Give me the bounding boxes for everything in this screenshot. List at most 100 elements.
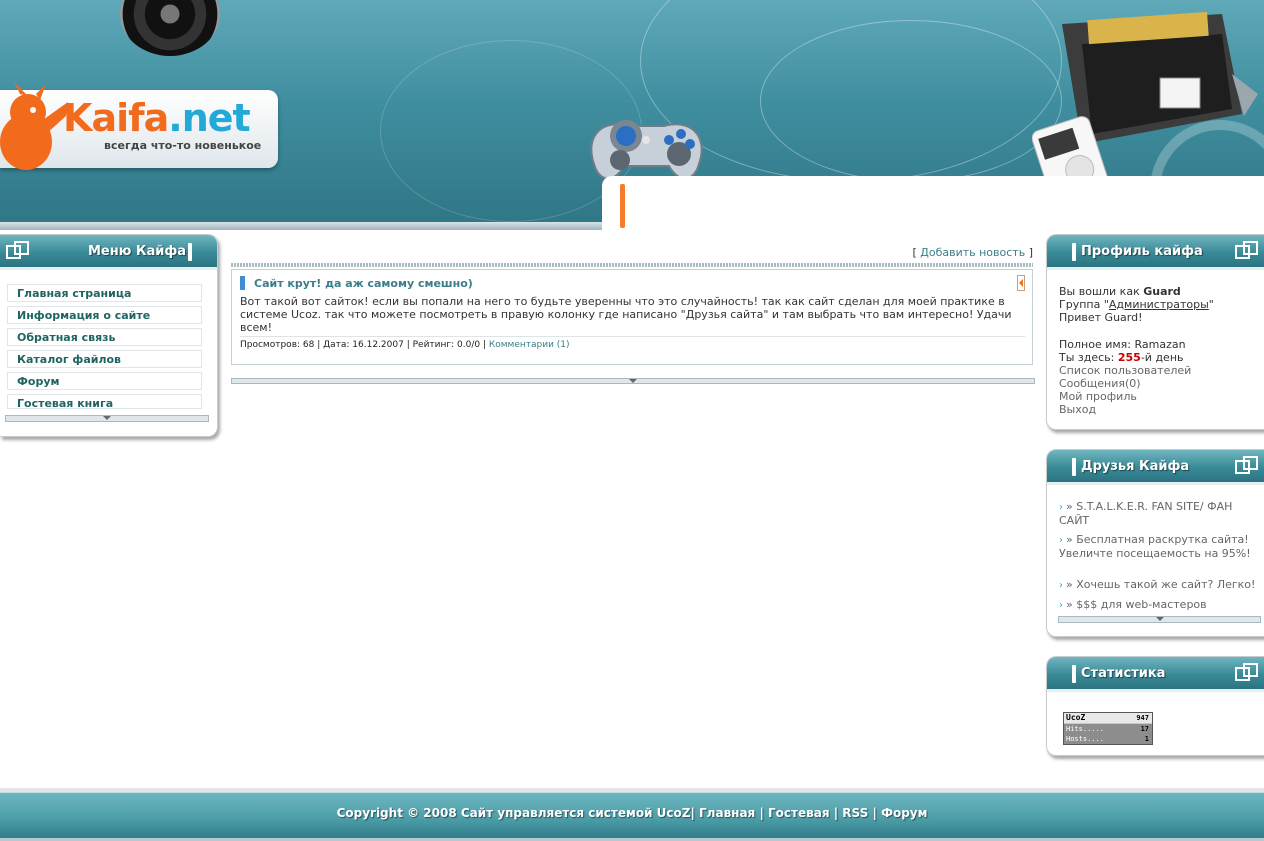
days-count: 255 <box>1117 351 1141 364</box>
group-suffix: " <box>1208 298 1214 311</box>
news-separator <box>240 336 1025 337</box>
chevron-down-icon <box>1155 617 1164 621</box>
days-here-line: Ты здесь: 255-й день <box>1059 351 1184 364</box>
counter-hosts-label: Hosts.... <box>1066 735 1104 743</box>
logout-link[interactable]: Выход <box>1059 403 1096 416</box>
username: Guard <box>1143 285 1181 298</box>
news-views: Просмотров: 68 <box>240 340 315 350</box>
title-bar-mark <box>188 243 192 261</box>
bracket-close: ] <box>1028 246 1033 259</box>
full-name: Полное имя: Ramazan <box>1059 338 1186 351</box>
friend-link-label: » Хочешь такой же сайт? Легко! <box>1066 578 1256 591</box>
bullet-arrow-icon: › <box>1059 502 1063 513</box>
title-bar-mark <box>1072 665 1076 683</box>
group-line: Группа "Администраторы" <box>1059 298 1214 311</box>
friend-link-stalker[interactable]: ›» S.T.A.L.K.E.R. FAN SITE/ ФАН САЙТ <box>1059 500 1261 527</box>
footer-separator: | <box>759 806 764 820</box>
friends-bottom-bar <box>1058 616 1261 623</box>
footer-link-home[interactable]: Главная <box>699 806 755 820</box>
counter-logo: UcoZ <box>1066 713 1086 722</box>
news-bottom-bar <box>231 378 1035 384</box>
menu-block: Меню Кайфа Главная страница Информация о… <box>0 234 218 437</box>
chevron-down-icon <box>103 416 111 420</box>
menu-item-home[interactable]: Главная страница <box>7 284 202 302</box>
friend-link-label: » S.T.A.L.K.E.R. FAN SITE/ ФАН САЙТ <box>1059 500 1233 527</box>
greeting: Привет Guard! <box>1059 311 1143 324</box>
title-bar-mark <box>1072 243 1076 261</box>
stats-block-title: Статистика <box>1081 666 1166 681</box>
counter-hits-label: Hits..... <box>1066 725 1104 733</box>
friend-link-promotion[interactable]: ›» Бесплатная раскрутка сайта! Увеличте … <box>1059 533 1261 560</box>
bullet-arrow-icon: › <box>1059 580 1063 591</box>
logo-mascot-icon <box>0 82 68 170</box>
bullet-arrow-icon: › <box>1059 535 1063 546</box>
speaker-image <box>120 0 220 56</box>
counter-top-row: UcoZ 947 <box>1064 713 1152 723</box>
messages-link[interactable]: Сообщения(0) <box>1059 377 1141 390</box>
friend-link-label: » Бесплатная раскрутка сайта! Увеличте п… <box>1059 533 1251 560</box>
menu-item-feedback[interactable]: Обратная связь <box>7 328 202 346</box>
news-meta: Просмотров: 68 | Дата: 16.12.2007 | Рейт… <box>240 340 570 350</box>
news-title-marker <box>240 276 245 290</box>
logo-text-part1: Kaifa <box>63 96 169 140</box>
friends-block-title: Друзья Кайфа <box>1081 459 1190 474</box>
header-decor <box>760 20 1062 182</box>
site-logo[interactable]: Kaifa.net <box>63 96 251 140</box>
news-title-link[interactable]: Сайт крут! да аж самому смешно) <box>254 277 473 290</box>
my-profile-link[interactable]: Мой профиль <box>1059 390 1137 403</box>
news-entry: Сайт крут! да аж самому смешно) Вот тако… <box>231 269 1033 365</box>
friend-link-same-site[interactable]: ›» Хочешь такой же сайт? Легко! <box>1059 578 1261 592</box>
footer-separator: | <box>690 806 695 820</box>
bullet-arrow-icon: › <box>1059 600 1063 611</box>
news-date: Дата: 16.12.2007 <box>323 340 404 350</box>
window-icon <box>6 241 30 259</box>
site-footer: Copyright © 2008 Сайт управляется систем… <box>0 788 1264 841</box>
chevron-down-icon <box>629 379 637 383</box>
group-prefix: Группа " <box>1059 298 1109 311</box>
days-prefix: Ты здесь: <box>1059 351 1118 364</box>
counter-hosts-value: 1 <box>1144 735 1149 743</box>
footer-copyright: Copyright © 2008 Сайт управляется систем… <box>336 806 691 820</box>
footer-link-guestbook[interactable]: Гостевая <box>768 806 830 820</box>
menu-item-guestbook[interactable]: Гостевая книга <box>7 394 202 409</box>
stats-block-header: Статистика <box>1047 657 1264 692</box>
add-news-link[interactable]: Добавить новость <box>920 246 1025 259</box>
news-collapse-icon[interactable] <box>1017 275 1025 291</box>
counter-total: 947 <box>1136 714 1149 722</box>
footer-separator: | <box>872 806 877 820</box>
news-body-text: Вот такой вот сайток! если вы попали на … <box>240 295 1012 334</box>
menu-block-header: Меню Кайфа <box>0 235 217 270</box>
footer-link-forum[interactable]: Форум <box>881 806 927 820</box>
friend-link-label: » $$$ для web-мастеров <box>1066 598 1207 611</box>
window-icon <box>1235 241 1259 259</box>
news-top-divider <box>231 263 1033 267</box>
news-rating: Рейтинг: 0.0/0 <box>412 340 481 350</box>
footer-text: Copyright © 2008 Сайт управляется систем… <box>0 806 1264 820</box>
menu-item-forum[interactable]: Форум <box>7 372 202 390</box>
profile-block-header: Профиль кайфа <box>1047 235 1264 270</box>
menu-bottom-bar <box>5 415 209 422</box>
menu-block-title: Меню Кайфа <box>88 244 187 259</box>
friends-block-header: Друзья Кайфа <box>1047 450 1264 485</box>
site-slogan: всегда что-то новенькое <box>104 139 262 152</box>
content-top-tab <box>602 176 1264 230</box>
logged-in-line: Вы вошли как Guard <box>1059 285 1181 298</box>
counter-hosts-row: Hosts.... 1 <box>1064 734 1152 744</box>
orange-accent-bar <box>620 184 625 228</box>
group-link[interactable]: Администраторы <box>1109 298 1209 311</box>
title-bar-mark <box>1072 458 1076 476</box>
ucoz-counter[interactable]: UcoZ 947 Hits..... 17 Hosts.... 1 <box>1063 712 1153 745</box>
add-news-wrapper: [ Добавить новость ] <box>912 246 1033 259</box>
news-comments-link[interactable]: Комментарии (1) <box>489 340 570 350</box>
file-box-image <box>1032 11 1258 200</box>
days-suffix: -й день <box>1140 351 1184 364</box>
footer-separator: | <box>833 806 839 820</box>
profile-block-title: Профиль кайфа <box>1081 244 1203 259</box>
footer-link-rss[interactable]: RSS <box>842 806 868 820</box>
menu-item-site-info[interactable]: Информация о сайте <box>7 306 202 324</box>
friend-link-webmasters[interactable]: ›» $$$ для web-мастеров <box>1059 598 1261 612</box>
logged-in-prefix: Вы вошли как <box>1059 285 1144 298</box>
users-list-link[interactable]: Список пользователей <box>1059 364 1191 377</box>
menu-item-file-catalog[interactable]: Каталог файлов <box>7 350 202 368</box>
profile-block: Профиль кайфа Вы вошли как Guard Группа … <box>1046 234 1264 430</box>
